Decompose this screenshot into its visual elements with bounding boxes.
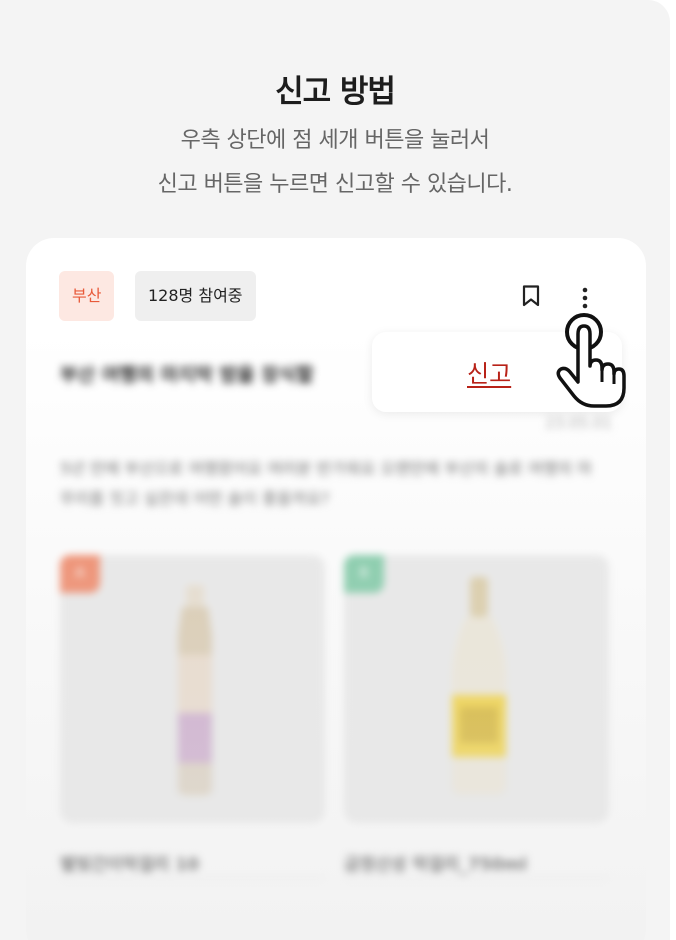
participants-tag: 128명 참여중 <box>135 271 256 321</box>
divider <box>60 878 325 879</box>
description-line-2: 신고 버튼을 누르면 신고할 수 있습니다. <box>157 172 513 197</box>
more-vertical-icon[interactable] <box>579 286 591 310</box>
post-date: 23.05.01 <box>545 414 612 432</box>
product-badge: A <box>60 555 100 593</box>
product-name: 금정산성 막걸리_750ml <box>344 855 527 875</box>
pointing-hand-icon <box>556 313 626 408</box>
post-title: 부산 여행의 마지막 밤을 장식할 <box>60 364 314 386</box>
blurred-post-content: 부산 여행의 마지막 밤을 장식할 23.05.01 5년 만에 부산으로 여행… <box>26 330 646 940</box>
product-name: 별빛간이막걸리 10 <box>60 855 200 875</box>
description-line-1: 우측 상단에 점 세개 버튼을 눌러서 <box>180 128 490 153</box>
product-card: B <box>344 555 609 823</box>
bookmark-icon[interactable] <box>522 285 540 307</box>
region-tag: 부산 <box>59 271 115 321</box>
post-body: 5년 만에 부산으로 여행왔어요 여러분 반가워요 오랜만에 부산의 술로 여행… <box>60 459 593 508</box>
divider <box>344 878 609 879</box>
product-card: A <box>60 555 325 823</box>
bottle-image <box>452 577 506 795</box>
page-title: 신고 방법 <box>275 74 396 110</box>
product-badge: B <box>344 555 384 593</box>
report-menu-item[interactable]: 신고 <box>467 354 511 389</box>
bottle-image <box>178 585 212 795</box>
guide-sheet: 신고 방법 우측 상단에 점 세개 버튼을 눌러서 신고 버튼을 누르면 신고할… <box>0 0 670 940</box>
